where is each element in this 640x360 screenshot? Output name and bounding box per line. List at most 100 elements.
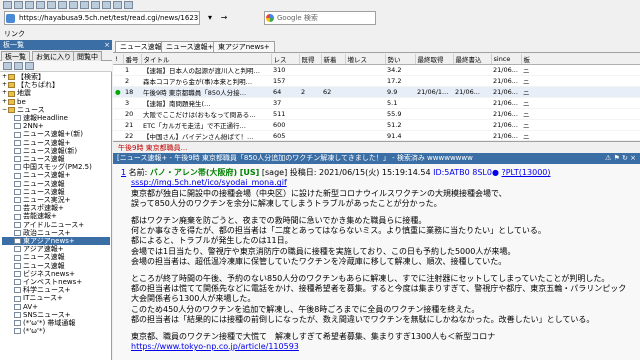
tree-item-label: アイドルニュース+ xyxy=(23,220,85,229)
tree-board[interactable]: ニュース速報+ xyxy=(2,171,110,179)
source-link[interactable]: https://www.tokyo-np.co.jp/article/11059… xyxy=(131,342,634,352)
column-header[interactable]: 増レス xyxy=(345,54,386,65)
tree-board[interactable]: ニュース速報 xyxy=(2,253,110,261)
thread-row[interactable]: ● 18 午後9時 東京都職員「850人分接… 64 2 62 9.9 21/06/1... 2… xyxy=(113,86,640,98)
tree-board[interactable]: SNSニュース+ xyxy=(2,311,110,319)
open-icon[interactable] xyxy=(14,1,23,9)
icon-link[interactable]: sssp://img.5ch.net/ico/syodai_mona.gif xyxy=(131,178,634,188)
tree-board[interactable]: (*'ω'*) xyxy=(2,327,110,335)
tree-board[interactable]: 芸能速報+ xyxy=(2,212,110,220)
write-icon[interactable] xyxy=(80,1,89,9)
poster-id[interactable]: ID:5ATB0 8SL0● xyxy=(433,168,499,177)
thread-cell-inc xyxy=(345,130,385,140)
thread-cell-since: 21/06... xyxy=(491,97,521,109)
be-link[interactable]: ?PLT(13000) xyxy=(501,168,550,177)
thread-row[interactable]: 2 森本ココアから金が(事)本来と判明… 157 17.2 21/06... ニ xyxy=(113,75,640,87)
collapse-icon[interactable] xyxy=(14,62,23,70)
board-tree-tabs: 板一覧 お気に入り 閲覧中 xyxy=(0,50,112,61)
search-input[interactable]: Google 検索 xyxy=(264,11,376,25)
tree-board[interactable]: アジア速報+ xyxy=(2,245,110,253)
dropdown-icon[interactable]: ▾ xyxy=(204,11,216,25)
tree-board[interactable]: ニュース速報 xyxy=(2,180,110,188)
thread-row[interactable]: 1 【速報】日本人の起源が渡川人と判明… 310 34.2 21/06... ニ xyxy=(113,64,640,76)
thread-cell-new xyxy=(321,64,345,76)
delete-icon[interactable] xyxy=(124,1,133,9)
tree-board[interactable]: ニュース速報+(新) xyxy=(2,130,110,138)
tree-board[interactable]: アイドルニュース+ xyxy=(2,221,110,229)
find-icon[interactable] xyxy=(91,1,100,9)
post-number[interactable]: 1 xyxy=(121,168,126,177)
tree-folder[interactable]: + be xyxy=(2,98,110,106)
thread-row[interactable]: 3 【速報】南問題発生(… 37 5.1 21/06... ニ xyxy=(113,97,640,109)
tree-board[interactable]: ニュース速報 xyxy=(2,155,110,163)
save-icon[interactable] xyxy=(25,1,34,9)
column-header[interactable]: since xyxy=(491,54,522,65)
column-header[interactable]: 最終書込 xyxy=(453,54,492,65)
column-header[interactable]: 番号 xyxy=(123,54,142,65)
column-header[interactable]: 既得 xyxy=(299,54,322,65)
tab-board-list[interactable]: 板一覧 xyxy=(1,51,30,61)
tab-browsing[interactable]: 閲覧中 xyxy=(73,51,102,61)
tree-board[interactable]: 科学ニュース+ xyxy=(2,286,110,294)
thread-view-tabs: 午後9時 東京都職員... xyxy=(113,141,640,153)
tree-folder[interactable]: + 地震 xyxy=(2,89,110,97)
tree-board[interactable]: AV+ xyxy=(2,303,110,311)
column-header[interactable]: 新着 xyxy=(321,54,346,65)
update-icon[interactable] xyxy=(25,62,34,70)
go-icon[interactable]: → xyxy=(218,11,230,25)
url-input[interactable]: https://hayabusa9.5ch.net/test/read.cgi/… xyxy=(4,11,200,25)
column-header[interactable]: 板 xyxy=(521,54,640,65)
settings-icon[interactable] xyxy=(102,1,111,9)
thread-cell-last-write xyxy=(453,97,491,109)
tree-item-label: ニュース速報(新) xyxy=(23,146,78,155)
thread-title-bar: [ニュース速報+ - 午後9時 東京都職員「850人分追加のワクチン解凍してきま… xyxy=(113,153,640,164)
tree-board[interactable]: ビジネスnews+ xyxy=(2,270,110,278)
bookmark-icon[interactable]: ⚑ xyxy=(614,154,620,162)
refresh-icon[interactable] xyxy=(36,1,45,9)
tree-board[interactable]: (*'ω'*) 帯域通報 xyxy=(2,319,110,327)
column-header[interactable]: 勢い xyxy=(385,54,416,65)
tree-board[interactable]: 政治ニュース+ xyxy=(2,229,110,237)
column-header[interactable]: レス xyxy=(271,54,300,65)
tab-favorites[interactable]: お気に入り xyxy=(32,51,75,61)
favorite-icon[interactable] xyxy=(113,1,122,9)
tab-east-asia-news[interactable]: 東アジアnews+ xyxy=(213,41,275,53)
tree-folder[interactable]: − ニュース xyxy=(2,106,110,114)
tree-folder[interactable]: + 【検索】 xyxy=(2,73,110,81)
thread-row[interactable]: 21 ETC「カルガモ走法」で不正通行… 600 51.2 21/06... ニ xyxy=(113,119,640,131)
tree-board[interactable]: ニュース速報 xyxy=(2,262,110,270)
close-icon[interactable]: × xyxy=(630,154,636,162)
column-header[interactable]: 最終取得 xyxy=(415,54,454,65)
warning-icon[interactable]: ⚠ xyxy=(605,154,611,162)
stop-icon[interactable] xyxy=(47,1,56,9)
forward-icon[interactable] xyxy=(69,1,78,9)
board-icon xyxy=(14,311,21,318)
close-icon[interactable]: × xyxy=(104,40,110,50)
tree-board[interactable]: ニュース速報 xyxy=(2,188,110,196)
tree-board[interactable]: ITニュース+ xyxy=(2,294,110,302)
thread-list-tabs: ニュース速報 ニュース速報+ 東アジアnews+ xyxy=(113,40,640,53)
google-icon xyxy=(266,14,274,22)
thread-cell-board: ニ xyxy=(521,86,640,98)
tree-board[interactable]: 中国スモッグ(PM2.5) xyxy=(2,163,110,171)
tab-news-sokuho[interactable]: ニュース速報 xyxy=(115,41,167,53)
column-header[interactable]: タイトル xyxy=(141,54,272,65)
tab-news-sokuho-plus[interactable]: ニュース速報+ xyxy=(161,41,219,53)
reload-icon[interactable]: ↻ xyxy=(622,154,628,162)
tree-board[interactable]: 東アジアnews+ xyxy=(2,237,110,246)
thread-title-icons: ⚠ ⚑ ↻ × xyxy=(605,153,636,164)
tree-board[interactable]: 速報Headline xyxy=(2,114,110,122)
thread-row[interactable]: 22 【中国さん】バイデンさん紛ばて！… 605 91.4 21/06... ニ xyxy=(113,130,640,140)
expand-icon[interactable] xyxy=(3,62,12,70)
thread-cell-got xyxy=(299,108,321,120)
tree-item-label: 政治ニュース+ xyxy=(23,228,71,237)
board-icon xyxy=(14,172,21,179)
thread-row[interactable]: 20 大阪でここだけは(おもなって問ある… 511 55.9 21/06... ニ xyxy=(113,108,640,120)
thread-cell-last-get xyxy=(415,64,453,76)
thread-cell-since: 21/06... xyxy=(491,86,521,98)
column-header[interactable]: ! xyxy=(113,54,124,65)
tree-board[interactable]: ニュース速報(新) xyxy=(2,147,110,155)
back-icon[interactable] xyxy=(58,1,67,9)
tree-board[interactable]: ニュース速報+ xyxy=(2,139,110,147)
new-icon[interactable] xyxy=(3,1,12,9)
